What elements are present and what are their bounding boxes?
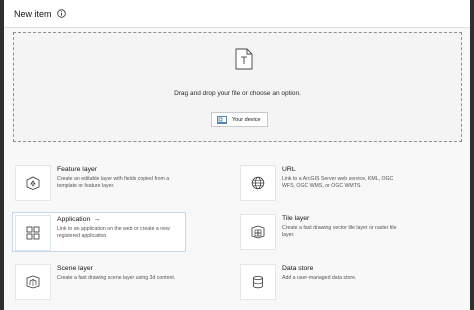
globe-icon: [240, 165, 276, 201]
file-upload-icon: [235, 48, 253, 70]
apps-grid-icon: [15, 215, 51, 251]
scene-layer-icon: [15, 264, 51, 300]
item-application[interactable]: Application → Link to an application on t…: [12, 212, 186, 252]
dialog-title: New item: [14, 8, 52, 19]
item-data-store[interactable]: Data store Add a user-managed data store…: [238, 262, 459, 302]
new-item-dialog: New item Drag and drop your file or choo…: [4, 0, 470, 310]
item-title: Tile layer: [282, 215, 310, 222]
arrow-right-icon: →: [93, 216, 101, 223]
item-title: URL: [282, 166, 296, 173]
item-description: Link to an application on the web or cre…: [57, 226, 170, 239]
database-icon: [240, 264, 276, 300]
drop-instructions: Drag and drop your file or choose an opt…: [174, 90, 301, 97]
item-title: Feature layer: [57, 166, 98, 173]
item-feature-layer[interactable]: Feature layer Create an editable layer w…: [13, 163, 234, 203]
item-description: Create a fast drawing scene layer using …: [57, 275, 176, 281]
item-title: Data store: [282, 265, 314, 272]
item-url[interactable]: URL Link to a ArcGIS Server web service,…: [238, 163, 459, 203]
item-tile-layer[interactable]: Tile layer Create a fast drawing vector …: [238, 212, 459, 252]
item-title: Scene layer: [57, 265, 93, 272]
item-description: Create an editable layer with fields cop…: [57, 176, 170, 189]
your-device-button[interactable]: Your device: [211, 112, 268, 127]
file-drop-zone[interactable]: Drag and drop your file or choose an opt…: [13, 32, 462, 142]
tile-layer-icon: [240, 214, 276, 250]
your-device-label: Your device: [232, 116, 261, 123]
item-title: Application →: [57, 216, 101, 223]
item-description: Add a user-managed data store.: [282, 275, 357, 281]
backdrop: [470, 0, 474, 310]
feature-layer-icon: [15, 165, 51, 201]
item-scene-layer[interactable]: Scene layer Create a fast drawing scene …: [13, 262, 234, 302]
item-description: Create a fast drawing vector tile layer …: [282, 225, 397, 238]
dialog-header: New item: [4, 0, 470, 28]
info-circle-icon[interactable]: [56, 9, 66, 18]
item-description: Link to a ArcGIS Server web service, KML…: [282, 176, 394, 189]
laptop-icon: [217, 115, 227, 124]
